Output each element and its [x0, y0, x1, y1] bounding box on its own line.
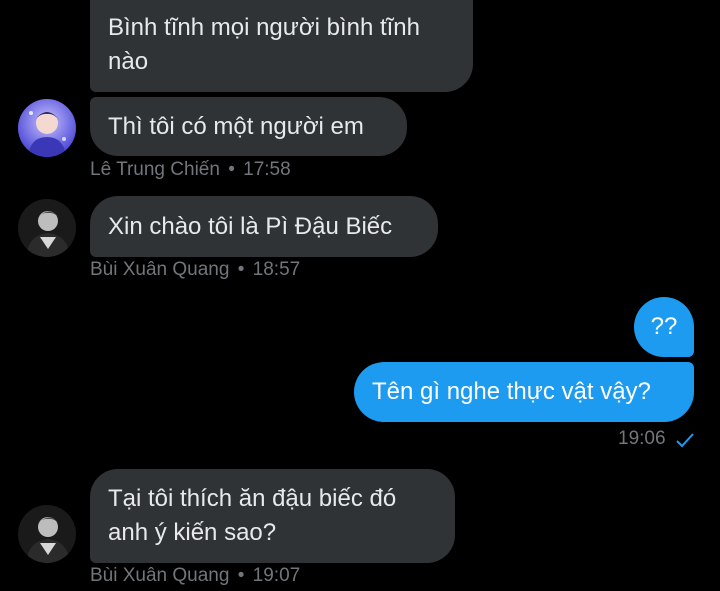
message-text-line: Tại tôi thích ăn đậu biếc đó — [108, 485, 397, 512]
message-text: Thì tôi có một người em — [108, 113, 364, 140]
meta-separator: • — [237, 259, 245, 280]
portrait-avatar-icon[interactable] — [18, 199, 76, 257]
message-text: Tên gì nghe thực vật vậy? — [372, 378, 651, 405]
message-bubble-incoming[interactable]: Bình tĩnh mọi người bình tĩnh nào — [90, 0, 473, 92]
message-time: 18:57 — [252, 259, 301, 280]
sender-name[interactable]: Bùi Xuân Quang — [90, 565, 229, 586]
message-meta: Lê Trung Chiến • 17:58 — [90, 159, 291, 181]
message-text: Xin chào tôi là Pì Đậu Biếc — [108, 213, 393, 240]
meta-separator: • — [228, 159, 235, 180]
anime-avatar-icon[interactable] — [18, 99, 76, 157]
message-meta: 19:06 — [618, 428, 666, 450]
message-time: 19:06 — [618, 428, 666, 449]
message-bubble-incoming[interactable]: Xin chào tôi là Pì Đậu Biếc — [90, 196, 438, 257]
message-bubble-outgoing[interactable]: Tên gì nghe thực vật vậy? — [354, 362, 694, 422]
message-text-line: Bình tĩnh mọi người bình tĩnh — [108, 14, 420, 41]
message-text-line: nào — [108, 48, 149, 75]
meta-separator: • — [237, 565, 245, 586]
sender-name[interactable]: Lê Trung Chiến — [90, 159, 220, 180]
sender-name[interactable]: Bùi Xuân Quang — [90, 259, 229, 280]
checkmark-icon — [676, 432, 694, 453]
message-bubble-incoming[interactable]: Thì tôi có một người em — [90, 97, 407, 156]
message-meta: Bùi Xuân Quang • 19:07 — [90, 565, 300, 587]
message-bubble-outgoing[interactable]: ?? — [634, 297, 694, 357]
message-time: 17:58 — [243, 159, 291, 180]
message-text-line: anh ý kiến sao? — [108, 519, 277, 546]
portrait-avatar-icon[interactable] — [18, 505, 76, 563]
message-bubble-incoming[interactable]: Tại tôi thích ăn đậu biếc đó anh ý kiến … — [90, 469, 455, 563]
message-meta: Bùi Xuân Quang • 18:57 — [90, 259, 300, 281]
message-time: 19:07 — [252, 565, 301, 586]
message-text: ?? — [650, 313, 678, 340]
